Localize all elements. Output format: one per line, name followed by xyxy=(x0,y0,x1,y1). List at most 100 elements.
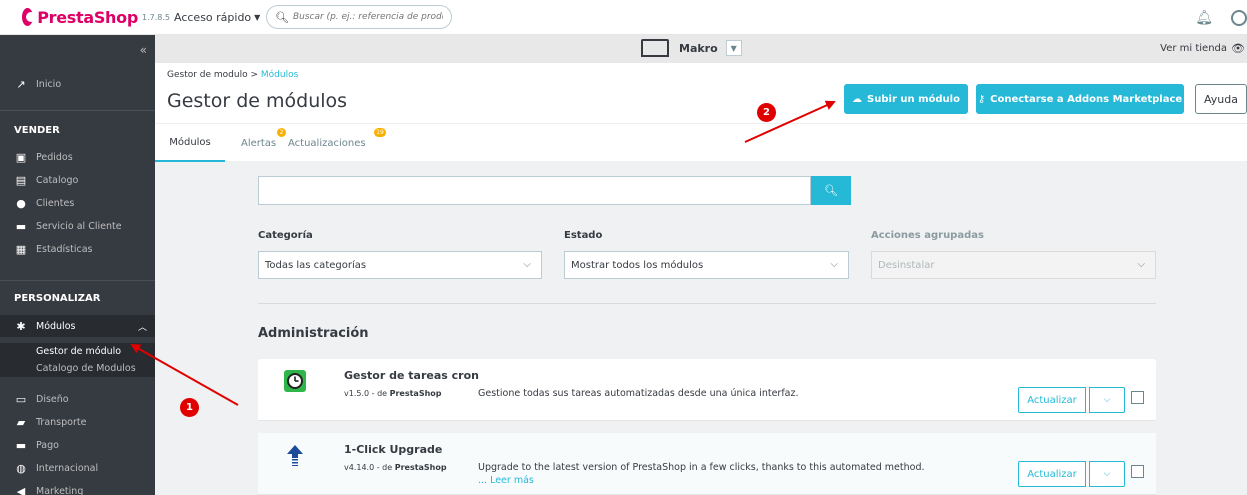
sidebar-item-diseno[interactable]: ▭ Diseño xyxy=(0,388,155,410)
tab-modulos[interactable]: Módulos xyxy=(155,124,225,162)
section-title: Administración xyxy=(258,326,369,341)
shop-name: Makro xyxy=(679,41,718,55)
module-name: 1-Click Upgrade xyxy=(344,443,443,456)
tab-alertas[interactable]: Alertas 2 xyxy=(241,124,286,162)
search-icon: 🔍︎ xyxy=(824,184,838,197)
module-description: Upgrade to the latest version of PrestaS… xyxy=(478,462,938,486)
sidebar-item-label: Inicio xyxy=(36,78,62,90)
sidebar-item-clientes[interactable]: ● Clientes xyxy=(0,192,155,214)
sidebar-item-internacional[interactable]: ◍ Internacional xyxy=(0,457,155,479)
caret-down-icon: ▼ xyxy=(254,12,261,22)
module-search-button[interactable]: 🔍︎ xyxy=(811,176,851,205)
top-right-tools: 🔔︎ xyxy=(1195,0,1247,35)
sidebar-item-label: Diseño xyxy=(36,393,69,405)
breadcrumb: Gestor de modulo > Módulos xyxy=(167,70,298,80)
breadcrumb-separator: > xyxy=(250,70,259,80)
module-actions-dropdown[interactable]: ⌵ xyxy=(1089,387,1125,413)
eye-icon: 👁︎ xyxy=(1231,42,1245,55)
breadcrumb-parent[interactable]: Gestor de modulo xyxy=(167,70,248,80)
bulk-actions-value: Desinstalar xyxy=(878,259,935,271)
module-update-button[interactable]: Actualizar xyxy=(1018,387,1086,413)
inbox-icon: ▣ xyxy=(15,150,27,164)
top-bar: PrestaShop 1.7.8.5 Acceso rápido ▼ 🔍︎ 🔔︎ xyxy=(0,0,1247,35)
megaphone-icon: ◀ xyxy=(16,484,26,495)
top-search-box[interactable]: 🔍︎ xyxy=(266,5,452,29)
employee-avatar-icon[interactable] xyxy=(1231,9,1247,26)
help-button[interactable]: Ayuda xyxy=(1195,84,1247,114)
status-select-value: Mostrar todos los módulos xyxy=(571,259,704,271)
top-search-input[interactable] xyxy=(292,12,443,22)
prestashop-logo[interactable]: PrestaShop 1.7.8.5 xyxy=(22,8,170,27)
sidebar-item-catalogo[interactable]: ▤ Catalogo xyxy=(0,169,155,191)
tab-label: Actualizaciones xyxy=(288,137,366,149)
section-divider xyxy=(258,303,1156,304)
sidebar-item-estadisticas[interactable]: ▦ Estadísticas xyxy=(0,238,155,260)
tab-actualizaciones[interactable]: Actualizaciones 19 xyxy=(288,124,386,162)
read-more-link[interactable]: ... Leer más xyxy=(478,475,938,486)
module-author: PrestaShop xyxy=(389,389,442,398)
sidebar-item-modulos[interactable]: ✱ Módulos ︿ xyxy=(0,315,155,337)
module-version: v1.5.0 - de PrestaShop xyxy=(344,389,442,398)
sidebar-item-marketing[interactable]: ◀ Marketing xyxy=(0,480,155,495)
category-select-value: Todas las categorías xyxy=(265,259,367,271)
alerts-count-badge: 2 xyxy=(277,128,286,137)
sidebar-item-transporte[interactable]: ▰ Transporte xyxy=(0,411,155,433)
globe-icon: ◍ xyxy=(16,461,26,475)
sidebar-item-pago[interactable]: ▬ Pago xyxy=(0,434,155,456)
collapse-sidebar-icon[interactable]: « xyxy=(140,43,147,57)
bulk-actions-label: Acciones agrupadas xyxy=(871,230,984,241)
credit-card-icon: ▬ xyxy=(15,438,27,452)
bulk-actions-select[interactable]: Desinstalar ⌵ xyxy=(871,251,1156,279)
store-icon: ▤ xyxy=(15,173,27,187)
view-shop-label: Ver mi tienda xyxy=(1160,43,1228,54)
sidebar-submenu-modulos: Gestor de módulo Catalogo de Modulos xyxy=(0,343,155,377)
chat-icon: ▬ xyxy=(15,219,27,233)
sidebar-subitem-catalogo[interactable]: Catalogo de Modulos xyxy=(0,360,155,377)
module-select-checkbox[interactable] xyxy=(1131,465,1144,478)
module-description-text: Upgrade to the latest version of PrestaS… xyxy=(478,462,925,473)
tab-label: Alertas xyxy=(241,137,277,149)
chevron-down-icon: ⌵ xyxy=(1137,259,1145,270)
sidebar-divider xyxy=(0,280,155,281)
addons-marketplace-button[interactable]: ⚷ Conectarse a Addons Marketplace xyxy=(976,84,1184,114)
sidebar-item-inicio[interactable]: ↗ Inicio xyxy=(0,73,155,95)
module-select-checkbox[interactable] xyxy=(1131,391,1144,404)
chevron-down-icon: ⌵ xyxy=(1103,395,1111,405)
module-actions-dropdown[interactable]: ⌵ xyxy=(1089,461,1125,487)
sidebar-item-label: Marketing xyxy=(36,485,84,495)
upload-module-button[interactable]: ☁ Subir un módulo xyxy=(844,84,968,114)
version-label: 1.7.8.5 xyxy=(142,12,170,22)
view-shop-link[interactable]: Ver mi tienda 👁︎ xyxy=(1160,42,1245,55)
sidebar-item-label: Pago xyxy=(36,439,59,451)
module-description-text: Gestione todas sus tareas automatizadas … xyxy=(478,388,799,399)
upload-module-label: Subir un módulo xyxy=(867,93,960,105)
tab-label: Módulos xyxy=(169,136,211,148)
shop-selector[interactable]: Makro ▼ xyxy=(641,39,742,57)
module-search-input[interactable] xyxy=(258,176,811,205)
brand-name: PrestaShop xyxy=(37,7,138,27)
status-label: Estado xyxy=(564,230,603,241)
sidebar-item-label: Internacional xyxy=(36,462,99,474)
chevron-up-icon: ︿ xyxy=(137,322,147,333)
sidebar-item-servicio[interactable]: ▬ Servicio al Cliente xyxy=(0,215,155,237)
notifications-bell-icon[interactable]: 🔔︎ xyxy=(1195,10,1213,26)
user-icon: ● xyxy=(16,196,26,210)
sidebar-item-label: Pedidos xyxy=(36,151,73,163)
puzzle-icon: ✱ xyxy=(16,319,26,333)
module-version-text: v1.5.0 - de xyxy=(344,389,388,398)
quick-access-menu[interactable]: Acceso rápido ▼ xyxy=(174,11,266,24)
upgrade-arrow-icon xyxy=(284,444,306,466)
category-select[interactable]: Todas las categorías ⌵ xyxy=(258,251,542,279)
module-author: PrestaShop xyxy=(394,463,447,472)
module-update-button[interactable]: Actualizar xyxy=(1018,461,1086,487)
module-name: Gestor de tareas cron xyxy=(344,369,479,382)
chevron-down-icon: ⌵ xyxy=(830,259,838,270)
status-select[interactable]: Mostrar todos los módulos ⌵ xyxy=(564,251,849,279)
sidebar-subitem-gestor[interactable]: Gestor de módulo xyxy=(0,343,155,360)
search-icon: 🔍︎ xyxy=(275,10,289,24)
chevron-down-icon: ⌵ xyxy=(1103,469,1111,479)
module-version: v4.14.0 - de PrestaShop xyxy=(344,463,447,472)
chevron-down-icon[interactable]: ▼ xyxy=(725,40,742,56)
sidebar-item-pedidos[interactable]: ▣ Pedidos xyxy=(0,146,155,168)
breadcrumb-current[interactable]: Módulos xyxy=(261,70,298,80)
